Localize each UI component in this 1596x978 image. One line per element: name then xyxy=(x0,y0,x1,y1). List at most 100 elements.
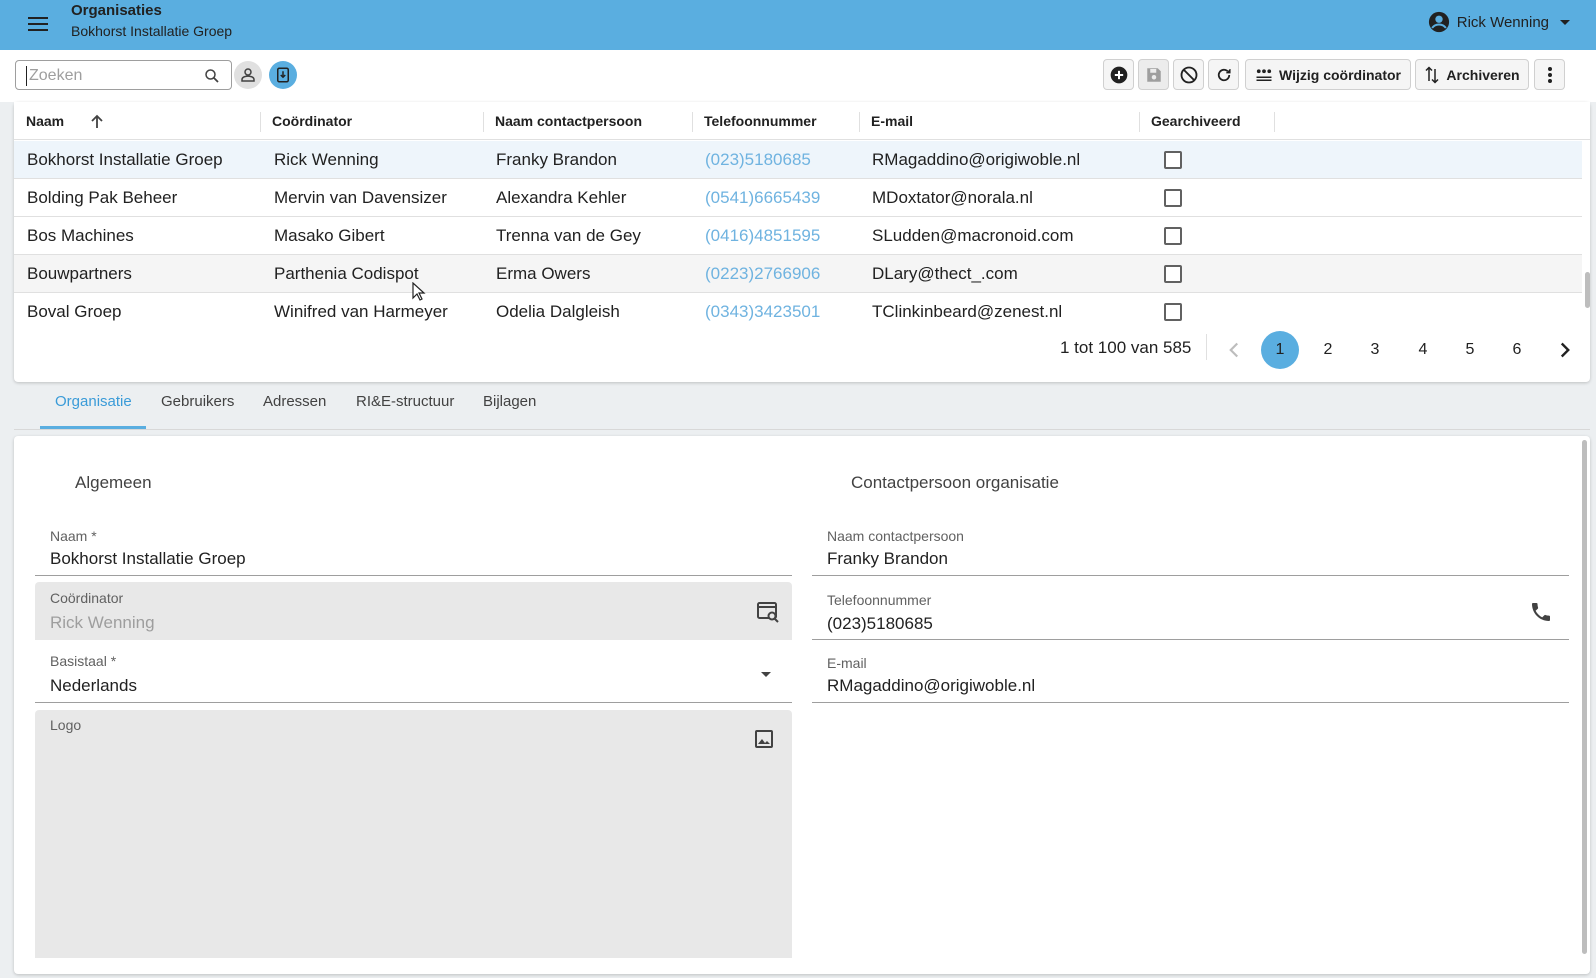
contactpersoon-value: Franky Brandon xyxy=(827,549,948,568)
cell-telefoon-link[interactable]: (0223)2766906 xyxy=(705,255,820,293)
cell-coordinator: Masako Gibert xyxy=(274,226,385,245)
cell-email: RMagaddino@origiwoble.nl xyxy=(872,150,1081,169)
search-window-icon[interactable] xyxy=(756,600,780,624)
column-header-naam[interactable]: Naam xyxy=(26,102,64,140)
chevron-down-icon xyxy=(1560,19,1570,25)
add-circle-icon xyxy=(1110,66,1127,83)
dropdown-arrow-icon[interactable] xyxy=(754,662,778,686)
cell-coordinator: Mervin van Davensizer xyxy=(274,188,447,207)
gearchiveerd-checkbox[interactable] xyxy=(1164,265,1182,283)
coordinator-value: Rick Wenning xyxy=(50,613,155,632)
cell-telefoon-link[interactable]: (0343)3423501 xyxy=(705,293,820,321)
page-button[interactable]: 4 xyxy=(1404,331,1442,369)
email-field[interactable]: E-mail RMagaddino@origiwoble.nl xyxy=(812,645,1569,703)
tab-bijlagen[interactable]: Bijlagen xyxy=(483,393,536,423)
table-row[interactable]: Bolding Pak Beheer Mervin van Davensizer… xyxy=(14,179,1582,217)
table-row[interactable]: Bos Machines Masako Gibert Trenna van de… xyxy=(14,217,1582,255)
column-separator xyxy=(859,112,860,132)
column-header-gearchiveerd[interactable]: Gearchiveerd xyxy=(1151,102,1241,140)
user-name: Rick Wenning xyxy=(1456,13,1549,31)
table-body: Bokhorst Installatie Groep Rick Wenning … xyxy=(14,141,1582,321)
cell-telefoon-link[interactable]: (0416)4851595 xyxy=(705,217,820,255)
search-box xyxy=(15,60,232,90)
cell-naam: Bos Machines xyxy=(27,226,134,245)
basistaal-value: Nederlands xyxy=(50,676,137,695)
more-options-button[interactable] xyxy=(1534,59,1565,90)
telefoonnummer-value: (023)5180685 xyxy=(827,614,933,633)
person-filter-button[interactable] xyxy=(234,61,262,89)
search-icon[interactable] xyxy=(203,67,221,85)
gearchiveerd-checkbox[interactable] xyxy=(1164,303,1182,321)
coordinator-label: Coördinator xyxy=(50,590,124,606)
page-button[interactable]: 2 xyxy=(1309,331,1347,369)
naam-field[interactable]: Naam * Bokhorst Installatie Groep xyxy=(35,518,792,576)
cell-contactpersoon: Alexandra Kehler xyxy=(496,188,627,207)
column-separator xyxy=(483,112,484,132)
form-scrollbar[interactable] xyxy=(1582,440,1587,954)
cell-telefoon-link[interactable]: (0541)6665439 xyxy=(705,179,820,217)
coordinator-field[interactable]: Coördinator Rick Wenning xyxy=(35,582,792,640)
table-row[interactable]: Bouwpartners Parthenia Codispot Erma Owe… xyxy=(14,255,1582,293)
save-button[interactable] xyxy=(1138,59,1169,90)
column-separator xyxy=(1274,112,1275,132)
section-title-contactpersoon: Contactpersoon organisatie xyxy=(851,473,1059,492)
cell-telefoon-link[interactable]: (023)5180685 xyxy=(705,141,811,179)
column-header-telefoonnummer[interactable]: Telefoonnummer xyxy=(704,102,817,140)
column-header-contactpersoon[interactable]: Naam contactpersoon xyxy=(495,102,642,140)
table-scrollbar[interactable] xyxy=(1585,272,1590,308)
table-row[interactable]: Bokhorst Installatie Groep Rick Wenning … xyxy=(14,141,1582,179)
sort-arrows-icon xyxy=(1425,65,1439,84)
refresh-button[interactable] xyxy=(1208,59,1239,90)
gearchiveerd-checkbox[interactable] xyxy=(1164,227,1182,245)
person-icon xyxy=(241,68,255,82)
tab-adressen[interactable]: Adressen xyxy=(263,393,326,423)
cell-contactpersoon: Franky Brandon xyxy=(496,150,617,169)
cell-contactpersoon: Odelia Dalgleish xyxy=(496,302,620,321)
menu-icon[interactable] xyxy=(26,12,50,36)
tab-organisatie[interactable]: Organisatie xyxy=(55,393,132,423)
gearchiveerd-checkbox[interactable] xyxy=(1164,189,1182,207)
contactpersoon-field[interactable]: Naam contactpersoon Franky Brandon xyxy=(812,518,1569,576)
archiveren-button[interactable]: Archiveren xyxy=(1415,59,1529,90)
mouse-cursor-icon xyxy=(412,282,426,301)
column-header-coordinator[interactable]: Coördinator xyxy=(272,102,352,140)
telefoonnummer-label: Telefoonnummer xyxy=(827,592,932,608)
pagination-separator xyxy=(1206,334,1207,360)
account-icon xyxy=(1428,11,1449,33)
tab-rie-structuur[interactable]: RI&E-structuur xyxy=(356,393,454,423)
wijzig-coordinator-button[interactable]: Wijzig coördinator xyxy=(1245,59,1411,90)
page-button[interactable]: 3 xyxy=(1356,331,1394,369)
archiveren-label: Archiveren xyxy=(1446,66,1520,83)
page-button[interactable]: 5 xyxy=(1451,331,1489,369)
cell-naam: Boval Groep xyxy=(27,302,122,321)
tab-gebruikers[interactable]: Gebruikers xyxy=(161,393,234,423)
archive-filter-button[interactable] xyxy=(269,61,297,89)
chevron-right-icon[interactable] xyxy=(1552,337,1578,363)
image-icon[interactable] xyxy=(752,727,776,751)
group-swap-icon xyxy=(1256,68,1272,81)
basistaal-select[interactable]: Basistaal * Nederlands xyxy=(35,645,792,703)
add-button[interactable] xyxy=(1103,59,1134,90)
search-input[interactable] xyxy=(26,66,196,86)
telefoonnummer-field[interactable]: Telefoonnummer (023)5180685 xyxy=(812,582,1569,640)
cell-email: SLudden@macronoid.com xyxy=(872,226,1074,245)
chevron-left-icon[interactable] xyxy=(1221,337,1247,363)
phone-icon[interactable] xyxy=(1529,600,1553,624)
cell-email: TClinkinbeard@zenest.nl xyxy=(872,302,1063,321)
contactpersoon-label: Naam contactpersoon xyxy=(827,528,964,544)
logo-label: Logo xyxy=(50,717,82,733)
tab-bar xyxy=(14,388,1590,430)
cell-email: DLary@thect_.com xyxy=(872,264,1018,283)
column-header-email[interactable]: E-mail xyxy=(871,102,913,140)
field-underline xyxy=(812,639,1569,640)
email-value: RMagaddino@origiwoble.nl xyxy=(827,676,1036,695)
page-button[interactable]: 6 xyxy=(1498,331,1536,369)
cancel-button[interactable] xyxy=(1173,59,1204,90)
cell-email: MDoxtator@norala.nl xyxy=(872,188,1033,207)
table-row[interactable]: Boval Groep Winifred van Harmeyer Odelia… xyxy=(14,293,1582,321)
user-menu[interactable]: Rick Wenning xyxy=(1428,11,1570,33)
sort-ascending-icon[interactable] xyxy=(90,113,104,129)
gearchiveerd-checkbox[interactable] xyxy=(1164,151,1182,169)
logo-field[interactable]: Logo xyxy=(35,710,792,958)
page-button[interactable]: 1 xyxy=(1261,331,1299,369)
